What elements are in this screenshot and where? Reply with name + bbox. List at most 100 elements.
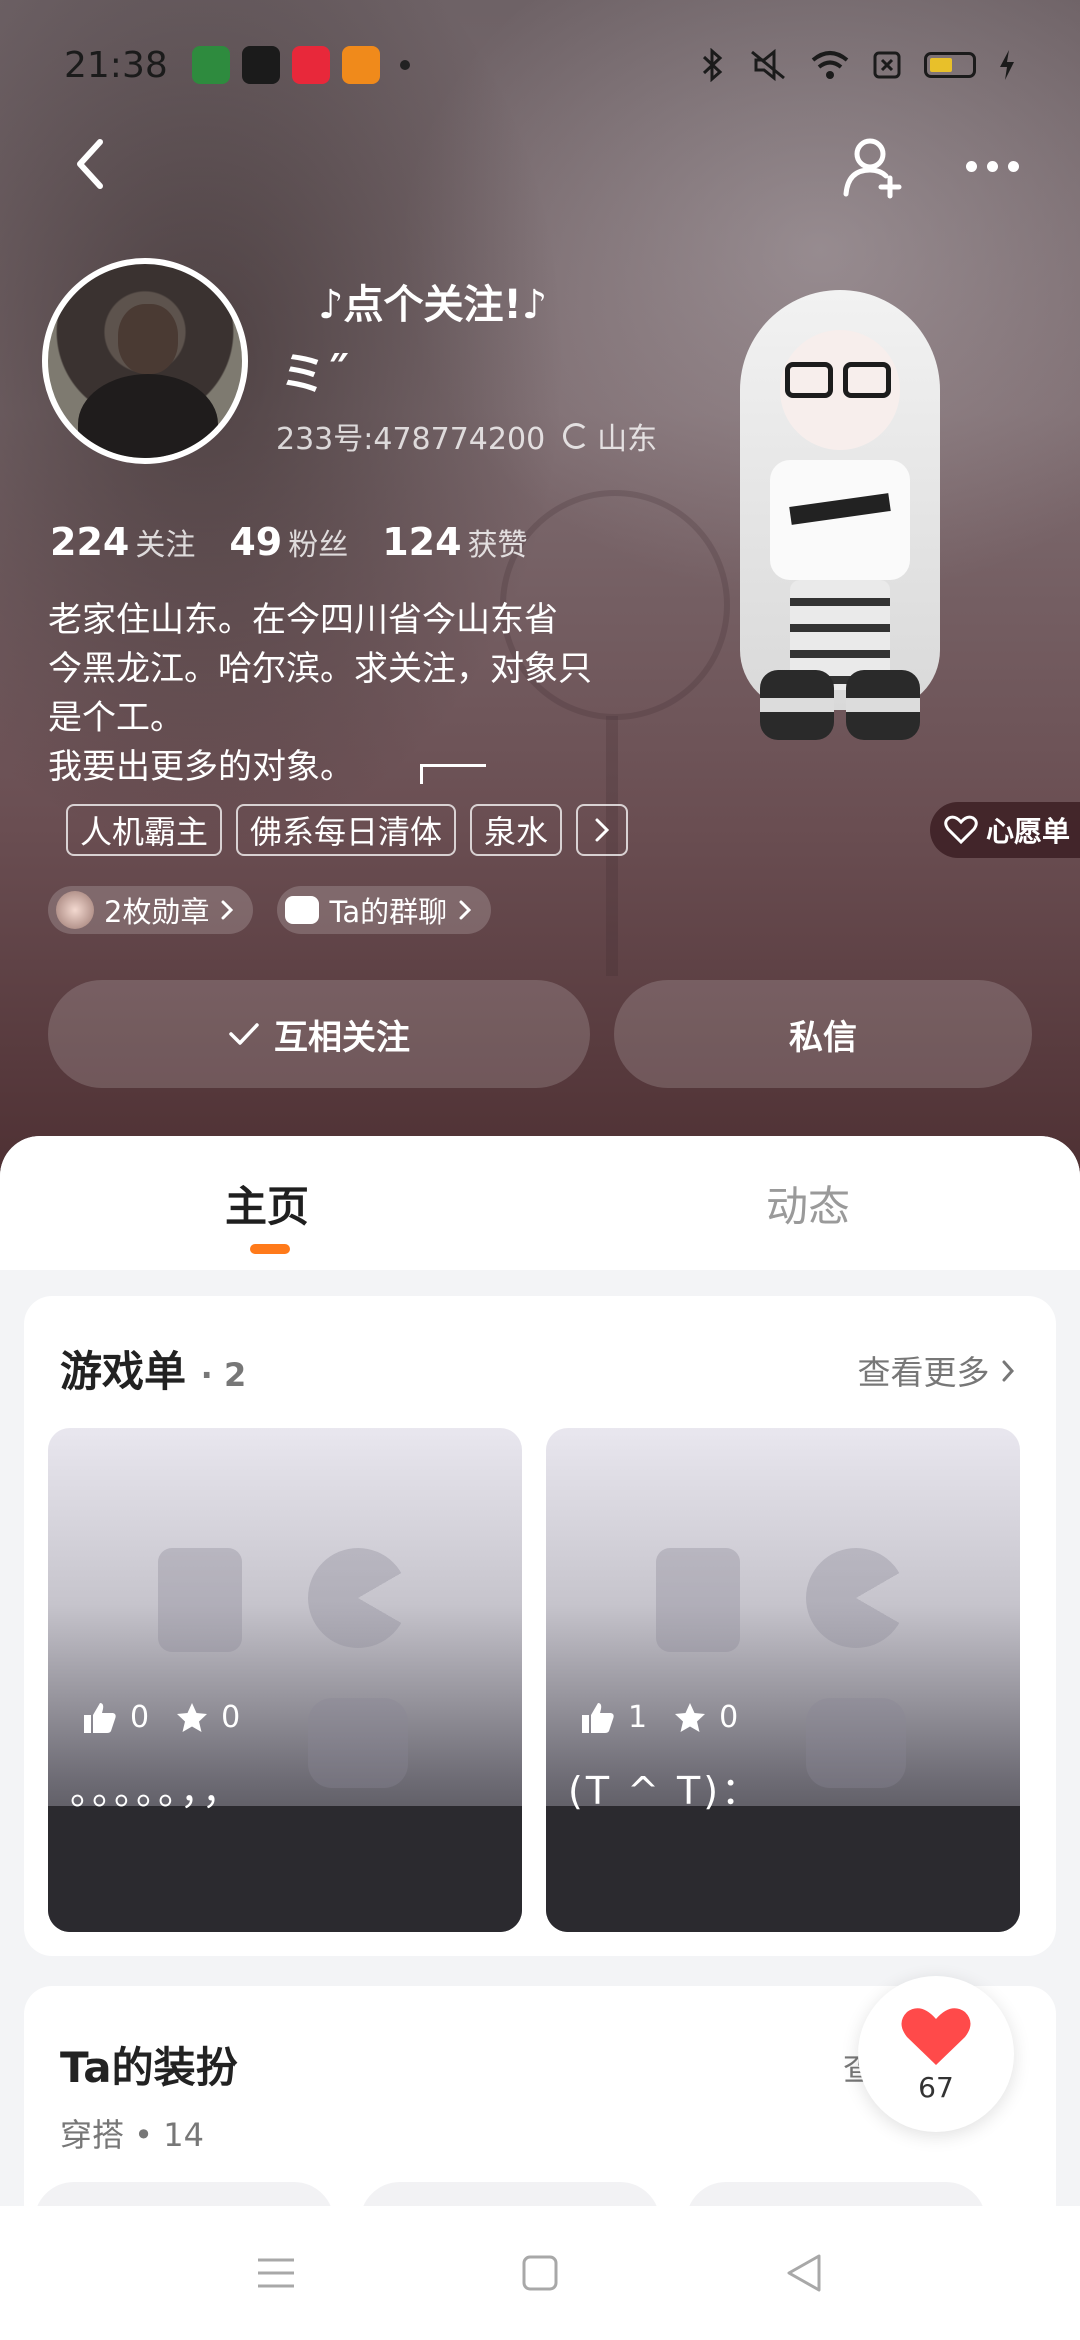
tiktok-app-icon xyxy=(241,46,280,84)
status-time: 21:38 xyxy=(64,44,168,86)
chevron-right-icon xyxy=(1002,1360,1015,1382)
more-dot-icon xyxy=(1008,160,1019,172)
chevron-right-icon xyxy=(459,900,472,920)
game-list-item[interactable]: 1 0 (T ^ T)： xyxy=(546,1428,1020,1932)
game-list-count: · 2 xyxy=(200,1356,247,1394)
stat-label: 获赞 xyxy=(467,528,528,563)
avatar-face xyxy=(118,304,178,374)
wishlist-button[interactable]: 心愿单 xyxy=(930,802,1080,858)
bio-line: 老家住山东。在今四川省今山东省 xyxy=(48,600,558,640)
game-list-title-row: 游戏单 · 2 xyxy=(60,1338,246,1399)
game-tile-footer xyxy=(546,1806,1020,1932)
game-tile-stats: 0 0 xyxy=(82,1700,240,1735)
character-shirt xyxy=(770,460,910,580)
heart-icon xyxy=(901,2007,971,2065)
medal-icon xyxy=(56,891,94,929)
more-options-button[interactable] xyxy=(966,146,1026,186)
character-shoes xyxy=(760,670,920,740)
profile-bio: 老家住山东。在今四川省今山东省 今黑龙江。哈尔滨。求关注，对象只 是个工。 我要… xyxy=(48,596,688,792)
badges-chip[interactable]: 2枚勋章 xyxy=(48,886,254,934)
tag-item[interactable]: 人机霸主 xyxy=(66,804,223,856)
nickname: ミ˝ xyxy=(280,347,349,401)
square-icon xyxy=(522,2255,558,2291)
gamepad-icon xyxy=(806,1698,906,1788)
chevron-right-icon xyxy=(595,818,610,842)
private-message-button[interactable]: 私信 xyxy=(614,980,1032,1088)
game-list-item[interactable]: 0 0 。。。。。，， xyxy=(48,1428,522,1932)
xiaohongshu-app-icon xyxy=(291,46,330,84)
game-list-item-title: (T ^ T)： xyxy=(568,1769,763,1813)
tag-item[interactable]: 泉水 xyxy=(470,804,563,856)
mutual-follow-label: 互相关注 xyxy=(274,1017,410,1058)
floating-like-count: 67 xyxy=(918,2070,954,2104)
star-icon xyxy=(675,1702,706,1732)
avatar-body xyxy=(78,374,218,458)
bio-decoration xyxy=(420,764,486,784)
game-list-see-more[interactable]: 查看更多 xyxy=(858,1346,1017,1394)
add-friend-button[interactable] xyxy=(840,132,908,200)
triangle-back-icon xyxy=(787,2254,821,2292)
gameboy-icon xyxy=(656,1548,740,1652)
game-tile-footer xyxy=(48,1806,522,1932)
wifi-icon xyxy=(811,51,849,79)
stat-value: 224 xyxy=(50,520,130,564)
stat-value: 49 xyxy=(229,520,283,564)
bio-line: 是个工。 xyxy=(48,698,184,738)
outfit-subtitle: 穿搭 • 14 xyxy=(60,2116,204,2154)
group-chat-chip[interactable]: Ta的群聊 xyxy=(277,886,492,934)
profile-tags: 人机霸主 佛系每日清体 泉水 xyxy=(66,804,629,856)
nfc-icon xyxy=(873,51,901,79)
game-list-item-title: 。。。。。，， xyxy=(70,1769,244,1813)
avatar-character[interactable] xyxy=(730,290,950,760)
chevron-right-icon xyxy=(221,900,234,920)
menu-icon xyxy=(258,2258,294,2288)
mute-icon xyxy=(751,48,785,82)
thumbs-up-icon xyxy=(582,1702,614,1733)
stat-value: 124 xyxy=(382,520,462,564)
star-count: 0 xyxy=(221,1700,241,1735)
gamepad-icon xyxy=(308,1698,408,1788)
thumbs-up-icon xyxy=(84,1702,116,1733)
floating-like-button[interactable]: 67 xyxy=(858,1976,1014,2132)
tab-feed[interactable]: 动态 xyxy=(540,1136,1080,1270)
user-location: 山东 xyxy=(597,422,658,457)
notification-dot-icon xyxy=(399,60,410,70)
mutual-follow-button[interactable]: 互相关注 xyxy=(48,980,590,1088)
stat-label: 粉丝 xyxy=(288,528,349,563)
tab-bar: 主页 动态 xyxy=(0,1136,1080,1270)
tag-item[interactable]: 佛系每日清体 xyxy=(236,804,457,856)
status-bar: 21:38 xyxy=(0,0,1080,130)
game-list-title: 游戏单 xyxy=(60,1347,187,1396)
badges-label: 2枚勋章 xyxy=(104,895,210,929)
stat-likes[interactable]: 124 获赞 xyxy=(382,520,527,564)
see-more-label: 查看更多 xyxy=(857,1353,990,1392)
back-button[interactable] xyxy=(70,134,130,194)
system-navigation-bar xyxy=(0,2206,1080,2340)
stat-followers[interactable]: 49 粉丝 xyxy=(229,520,348,564)
pacman-icon xyxy=(806,1548,906,1648)
avatar[interactable] xyxy=(42,258,248,464)
game-tile-stats: 1 0 xyxy=(580,1700,738,1735)
user-id[interactable]: 233号:478774200 xyxy=(276,414,545,458)
heart-outline-icon xyxy=(944,815,978,845)
user-id-row: 233号:478774200 山东 xyxy=(276,414,657,458)
pacman-icon xyxy=(308,1548,408,1648)
character-glasses xyxy=(785,362,895,398)
top-action-bar xyxy=(0,120,1080,210)
star-count: 0 xyxy=(719,1700,739,1735)
stat-following[interactable]: 224 关注 xyxy=(50,520,195,564)
like-count: 1 xyxy=(628,1700,648,1735)
nav-back-button[interactable] xyxy=(782,2251,826,2295)
tags-expand-button[interactable] xyxy=(576,804,629,856)
game-list-card: 游戏单 · 2 查看更多 0 0 。。。。。，， 1 0 (T ^ T)： xyxy=(24,1296,1056,1956)
profile-chips: 2枚勋章 Ta的群聊 xyxy=(48,886,492,934)
tab-home[interactable]: 主页 xyxy=(0,1136,540,1270)
nav-menu-button[interactable] xyxy=(254,2251,298,2295)
bio-line: 我要出更多的对象。 xyxy=(48,747,354,787)
wishlist-label: 心愿单 xyxy=(986,815,1071,848)
nav-home-button[interactable] xyxy=(518,2251,562,2295)
bio-line: 今黑龙江。哈尔滨。求关注，对象只 xyxy=(48,649,592,689)
more-dot-icon xyxy=(987,160,998,172)
orange-app-icon xyxy=(341,46,380,84)
stat-label: 关注 xyxy=(135,528,196,563)
